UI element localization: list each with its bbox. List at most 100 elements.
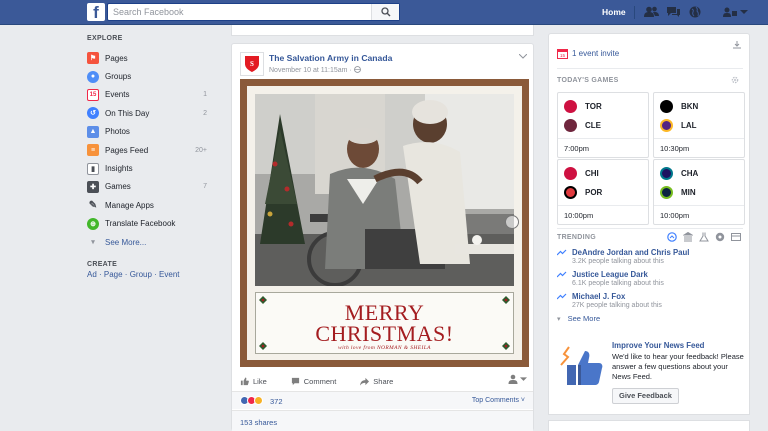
share-arrow-icon [360, 377, 370, 386]
trending-sports-icon[interactable] [715, 232, 725, 242]
right-sidebar-card: 15 1 event invite TODAY'S GAMES TOR CLE … [548, 33, 750, 335]
share-button[interactable]: Share [360, 377, 393, 386]
post-as-selector[interactable] [508, 374, 527, 384]
shares-bar: 153 shares [232, 410, 533, 431]
dropdown-icon[interactable] [739, 5, 749, 19]
nav-item-on-this-day[interactable]: ↺ On This Day 2 [87, 104, 207, 122]
game-time: 10:00pm [654, 205, 744, 224]
messages-icon[interactable] [665, 5, 681, 19]
card-text-christmas: CHRISTMAS! [315, 321, 454, 346]
shares-count[interactable]: 153 shares [240, 418, 277, 427]
trending-item[interactable]: Michael J. Fox 27K people talking about … [557, 292, 745, 309]
nav-item-insights[interactable]: ▮ Insights [87, 159, 207, 177]
insights-icon: ▮ [87, 162, 99, 175]
globe-icon[interactable] [687, 5, 703, 19]
team-abbr: CLE [585, 121, 601, 130]
nav-item-games[interactable]: ✚ Games 7 [87, 178, 207, 196]
home-link[interactable]: Home [602, 7, 626, 17]
search-input[interactable] [108, 4, 370, 20]
nav-item-manage-apps[interactable]: ✎ Manage Apps [87, 196, 207, 214]
comment-button[interactable]: Comment [291, 377, 336, 386]
search-box [107, 3, 400, 21]
team-abbr: POR [585, 188, 603, 197]
post-time-text: November 10 at 11:15am · [269, 67, 352, 74]
give-feedback-button[interactable]: Give Feedback [612, 388, 679, 404]
like-label: Like [253, 376, 267, 386]
feedback-text: We'd like to hear your feedback! Please … [612, 352, 744, 381]
facebook-logo[interactable]: f [87, 3, 105, 21]
team-abbr: MIN [681, 188, 696, 197]
page-avatar[interactable]: S [240, 52, 264, 76]
top-comments-dropdown[interactable]: Top Comments ˅ [472, 397, 525, 404]
left-navigation: EXPLORE ⚑ Pages ● Groups 15 Events 1 ↺ O… [87, 35, 207, 279]
svg-text:S: S [250, 60, 254, 68]
event-invite-row[interactable]: 15 1 event invite [557, 48, 619, 59]
nav-item-pages-feed[interactable]: ≡ Pages Feed 20+ [87, 141, 207, 159]
game-team: LAL [660, 119, 697, 132]
post-timestamp[interactable]: November 10 at 11:15am · [269, 66, 361, 74]
photo-tag-handle[interactable] [505, 215, 519, 229]
page-name-link[interactable]: The Salvation Army in Canada [269, 53, 392, 63]
download-icon[interactable] [733, 41, 741, 51]
trending-top-icon[interactable] [667, 232, 677, 242]
create-links[interactable]: Ad · Page · Group · Event [87, 270, 207, 279]
nav-item-pages[interactable]: ⚑ Pages [87, 49, 207, 67]
nav-item-translate[interactable]: ⊕ Translate Facebook [87, 215, 207, 233]
game-team: CHA [660, 167, 698, 180]
trending-item[interactable]: Justice League Dark 6.1K people talking … [557, 270, 745, 287]
game-card[interactable]: CHI POR 10:00pm [557, 159, 649, 225]
holly-icon [502, 342, 510, 350]
reactions-bar: 372 Top Comments ˅ [232, 391, 533, 409]
christmas-card: MERRY CHRISTMAS! with love from NORMAN &… [247, 86, 522, 360]
chevron-down-icon: ▾ [91, 239, 95, 247]
trending-subtitle: 6.1K people talking about this [572, 280, 664, 287]
trending-see-more-label: See More [567, 314, 601, 323]
team-abbr: TOR [585, 102, 602, 111]
game-team: CLE [564, 119, 601, 132]
nav-item-groups[interactable]: ● Groups [87, 67, 207, 85]
game-team: POR [564, 186, 602, 199]
post-image[interactable]: MERRY CHRISTMAS! with love from NORMAN &… [240, 79, 529, 367]
timberwolves-logo-icon [660, 186, 673, 199]
holly-icon [259, 342, 267, 350]
game-card[interactable]: TOR CLE 7:00pm [557, 92, 649, 158]
profile-icon [508, 374, 518, 384]
post-options-chevron-icon[interactable] [518, 52, 528, 61]
translate-icon: ⊕ [87, 217, 99, 230]
trending-entertainment-icon[interactable] [731, 232, 741, 242]
nav-item-count: 7 [203, 183, 207, 191]
lakers-logo-icon [660, 119, 673, 132]
nav-item-events[interactable]: 15 Events 1 [87, 86, 207, 104]
trending-science-icon[interactable] [699, 232, 709, 242]
create-heading: CREATE [87, 261, 118, 269]
game-team: MIN [660, 186, 696, 199]
nav-item-photos[interactable]: ▲ Photos [87, 123, 207, 141]
game-card[interactable]: CHA MIN 10:00pm [653, 159, 745, 225]
trending-politics-icon[interactable] [683, 232, 693, 242]
game-card[interactable]: BKN LAL 10:30pm [653, 92, 745, 158]
games-icon: ✚ [87, 180, 99, 193]
game-time: 10:00pm [558, 205, 648, 224]
search-button[interactable] [371, 4, 399, 20]
hornets-logo-icon [660, 167, 673, 180]
trending-category-tabs [667, 232, 741, 242]
feedback-title[interactable]: Improve Your News Feed [612, 341, 704, 350]
gear-icon[interactable] [731, 76, 739, 86]
blazers-logo-icon [564, 186, 577, 199]
trending-item[interactable]: DeAndre Jordan and Chris Paul 3.2K peopl… [557, 248, 745, 265]
game-time: 10:30pm [654, 138, 744, 157]
reaction-icons[interactable] [240, 396, 263, 405]
friends-icon[interactable] [643, 5, 659, 19]
trending-see-more[interactable]: ▾ See More [557, 314, 600, 323]
globe-icon [353, 66, 361, 73]
trending-arrow-icon [557, 293, 567, 300]
nav-see-more[interactable]: ▾ See More... [87, 233, 207, 251]
lock-icon[interactable] [722, 5, 738, 19]
on-this-day-icon: ↺ [87, 107, 99, 120]
feedback-thumbs-up-icon [559, 345, 605, 389]
game-team: CHI [564, 167, 599, 180]
trending-subtitle: 3.2K people talking about this [572, 258, 664, 265]
reaction-count[interactable]: 372 [270, 397, 283, 406]
game-team: BKN [660, 100, 698, 113]
like-button[interactable]: Like [240, 377, 267, 386]
